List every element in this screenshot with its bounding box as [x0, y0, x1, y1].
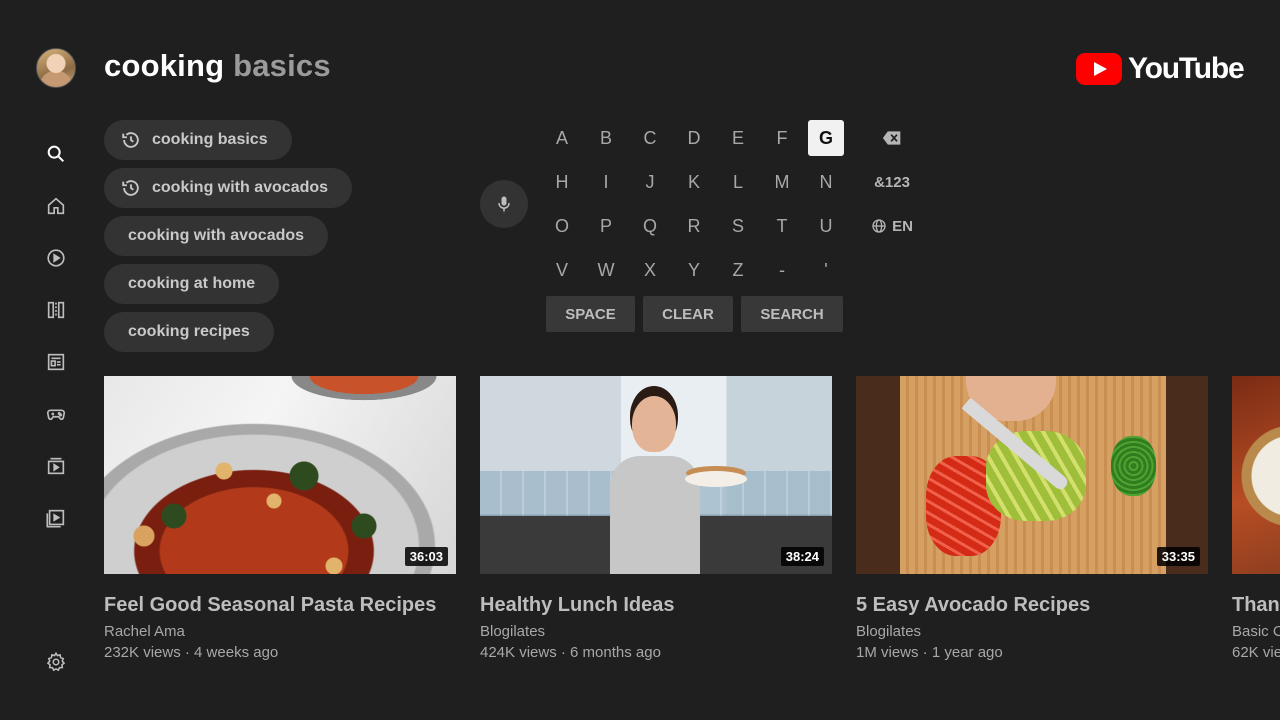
video-channel: Blogilates — [480, 623, 546, 640]
account-avatar[interactable] — [36, 48, 76, 88]
search-results-row: 36:03 Feel Good Seasonal Pasta Recipes R… — [0, 376, 1280, 676]
key-s[interactable]: S — [720, 208, 756, 244]
key-l[interactable]: L — [720, 164, 756, 200]
backspace-icon — [882, 131, 901, 145]
search-query-autocomplete: basics — [233, 48, 331, 83]
suggestion-chip[interactable]: cooking basics — [104, 120, 292, 160]
globe-icon — [872, 219, 886, 233]
key-p[interactable]: P — [588, 208, 624, 244]
sidebar-item-shorts[interactable] — [36, 240, 76, 276]
key-u[interactable]: U — [808, 208, 844, 244]
news-icon — [47, 353, 65, 371]
thumbnail-image — [104, 376, 456, 574]
key-z[interactable]: Z — [720, 252, 756, 288]
key-y[interactable]: Y — [676, 252, 712, 288]
video-channel: Basic C — [1232, 623, 1280, 640]
key-b[interactable]: B — [588, 120, 624, 156]
microphone-icon — [498, 196, 510, 212]
key-x[interactable]: X — [632, 252, 668, 288]
suggestion-label: cooking recipes — [128, 323, 250, 340]
key-d[interactable]: D — [676, 120, 712, 156]
suggestion-chip[interactable]: cooking with avocados — [104, 168, 353, 208]
key-n[interactable]: N — [808, 164, 844, 200]
video-meta: 424K views · 6 months ago — [480, 644, 661, 661]
key-j[interactable]: J — [632, 164, 668, 200]
youtube-wordmark: YouTube — [1128, 52, 1245, 85]
video-title: Healthy Lunch Ideas — [480, 594, 675, 616]
video-title: Than — [1232, 594, 1280, 616]
video-meta: 1M views · 1 year ago — [856, 644, 1003, 661]
play-circle-icon — [47, 249, 65, 267]
video-card-partial[interactable]: Than Basic C 62K vie — [1232, 376, 1280, 661]
language-label: EN — [892, 217, 913, 235]
key-g[interactable]: G — [808, 120, 844, 156]
suggestion-label: cooking with avocados — [152, 179, 329, 196]
video-duration: 38:24 — [780, 547, 824, 566]
clear-key[interactable]: CLEAR — [643, 296, 733, 332]
video-title: Feel Good Seasonal Pasta Recipes — [104, 594, 437, 616]
key-o[interactable]: O — [544, 208, 580, 244]
key-q[interactable]: Q — [632, 208, 668, 244]
key-r[interactable]: R — [676, 208, 712, 244]
suggestion-label: cooking at home — [128, 275, 256, 292]
video-channel: Blogilates — [856, 623, 922, 640]
youtube-logo: YouTube — [1076, 52, 1245, 86]
sidebar-item-home[interactable] — [36, 188, 76, 224]
video-title: 5 Easy Avocado Recipes — [856, 594, 1091, 616]
symbols-key[interactable]: &123 — [862, 164, 922, 200]
key-a[interactable]: A — [544, 120, 580, 156]
video-thumbnail: 38:24 — [480, 376, 832, 574]
sidebar-item-subscriptions[interactable] — [36, 292, 76, 328]
search-query-typed: cooking — [104, 48, 234, 83]
key-v[interactable]: V — [544, 252, 580, 288]
video-card[interactable]: 36:03 Feel Good Seasonal Pasta Recipes R… — [104, 376, 456, 661]
video-thumbnail: 33:35 — [856, 376, 1208, 574]
video-duration: 33:35 — [1156, 547, 1200, 566]
key-m[interactable]: M — [764, 164, 800, 200]
video-meta: 232K views · 4 weeks ago — [104, 644, 279, 661]
video-card[interactable]: 38:24 Healthy Lunch Ideas Blogilates 424… — [480, 376, 832, 661]
suggestion-label: cooking with avocados — [128, 227, 305, 244]
sidebar-item-search[interactable] — [36, 136, 76, 172]
thumbnail-plate — [685, 471, 747, 487]
key-f[interactable]: F — [764, 120, 800, 156]
video-thumbnail: 36:03 — [104, 376, 456, 574]
key-t[interactable]: T — [764, 208, 800, 244]
suggestion-chip[interactable]: cooking recipes — [104, 312, 274, 352]
video-duration: 36:03 — [404, 547, 448, 566]
youtube-play-icon — [1076, 53, 1122, 85]
key-h[interactable]: H — [544, 164, 580, 200]
suggestion-chip[interactable]: cooking at home — [104, 264, 280, 304]
search-icon — [47, 145, 65, 163]
history-icon — [120, 129, 142, 151]
video-channel: Rachel Ama — [104, 623, 185, 640]
key-hyphen[interactable]: - — [764, 252, 800, 288]
search-query: cooking basics — [104, 48, 331, 84]
key-c[interactable]: C — [632, 120, 668, 156]
key-apostrophe[interactable]: ' — [808, 252, 844, 288]
suggestion-label: cooking basics — [152, 131, 268, 148]
key-k[interactable]: K — [676, 164, 712, 200]
backspace-key[interactable] — [862, 120, 922, 156]
history-icon — [120, 177, 142, 199]
voice-search-button[interactable] — [480, 180, 528, 228]
space-key[interactable]: SPACE — [546, 296, 635, 332]
suggestion-chip[interactable]: cooking with avocados — [104, 216, 329, 256]
key-e[interactable]: E — [720, 120, 756, 156]
sidebar-item-news[interactable] — [36, 344, 76, 380]
video-thumbnail — [1232, 376, 1280, 574]
language-key[interactable]: EN — [862, 208, 922, 244]
key-w[interactable]: W — [588, 252, 624, 288]
home-icon — [47, 197, 65, 215]
video-card[interactable]: 33:35 5 Easy Avocado Recipes Blogilates … — [856, 376, 1208, 661]
search-key[interactable]: SEARCH — [741, 296, 843, 332]
key-i[interactable]: I — [588, 164, 624, 200]
video-meta: 62K vie — [1232, 644, 1280, 661]
thumbnail-person — [600, 396, 710, 574]
subscriptions-icon — [47, 301, 65, 319]
